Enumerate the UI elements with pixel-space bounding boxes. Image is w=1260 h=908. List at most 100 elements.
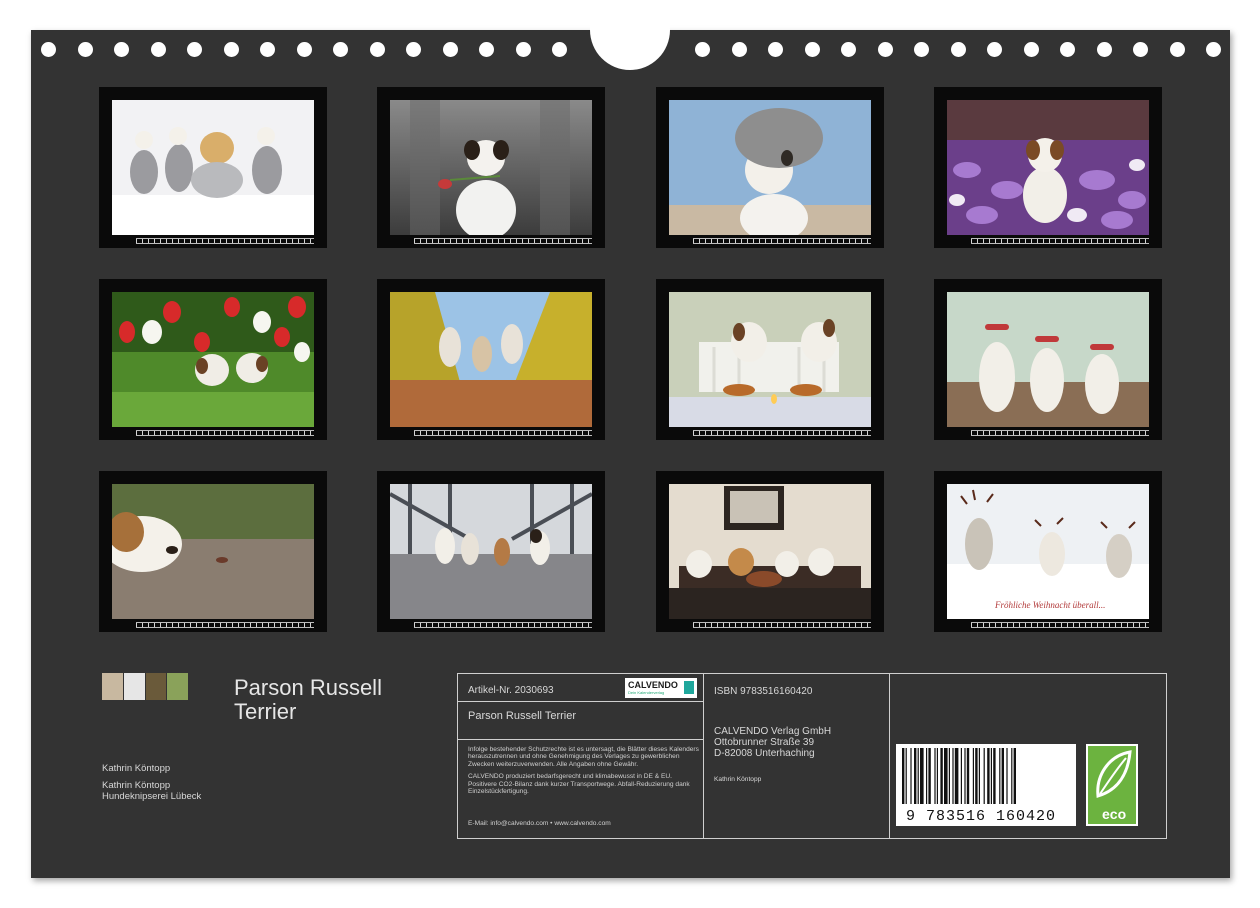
barcode-bar xyxy=(936,748,938,804)
barcode: 9 783516 160420 xyxy=(896,744,1076,826)
barcode-bar xyxy=(910,748,912,804)
binding-hole xyxy=(114,42,129,57)
binding-hole xyxy=(369,42,385,57)
binding-hole xyxy=(1096,42,1112,57)
binding-hole xyxy=(695,42,710,57)
isbn: ISBN 9783516160420 xyxy=(714,686,813,697)
binding-hole xyxy=(442,42,458,57)
grid-label xyxy=(112,238,136,244)
calvendo-mark-icon xyxy=(684,681,694,694)
title-line-1: Parson Russell xyxy=(234,675,382,700)
small-author: Kathrin Köntopp xyxy=(714,776,762,783)
legal-text-1: Infolge bestehender Schutzrechte ist es … xyxy=(468,746,699,768)
binding-hole xyxy=(296,42,312,57)
photo-sunglasses-dogs xyxy=(947,292,1149,427)
photo-running-dogs xyxy=(390,292,592,427)
calendar-title: Parson Russell Terrier xyxy=(234,676,454,724)
barcode-bar xyxy=(999,748,1001,804)
grid-label xyxy=(669,238,693,244)
leaf-icon xyxy=(1096,750,1132,798)
article-row: Artikel-Nr. 2030693 CALVENDO Dein Kalend… xyxy=(458,674,703,702)
publisher-address: CALVENDO Verlag GmbH Ottobrunner Straße … xyxy=(714,726,831,759)
thumbnail-january[interactable] xyxy=(99,87,327,248)
calendar-grid-strip xyxy=(947,430,1149,436)
calendar-grid-strip xyxy=(947,238,1149,244)
photo-dog-rose xyxy=(390,100,592,235)
binding-hole xyxy=(768,42,783,57)
calendar-grid-strip xyxy=(669,622,871,628)
binding-hole xyxy=(479,42,494,57)
legal-notice: Infolge bestehender Schutzrechte ist es … xyxy=(468,746,700,800)
barcode-bar xyxy=(914,748,917,804)
grid-label xyxy=(669,622,693,628)
barcode-bar xyxy=(978,748,980,804)
author-line-3: Hundeknipserei Lübeck xyxy=(102,791,202,802)
grid-label xyxy=(947,238,971,244)
calendar-grid-strip xyxy=(669,430,871,436)
barcode-bar xyxy=(966,748,970,804)
binding-hole xyxy=(804,42,820,57)
barcode-bar xyxy=(926,748,928,804)
binding-hole xyxy=(187,42,202,57)
barcode-bar xyxy=(1001,748,1004,804)
barcode-bar xyxy=(948,748,950,804)
info-column-barcode: 9 783516 160420 eco xyxy=(890,674,1166,838)
info-column-article: Artikel-Nr. 2030693 CALVENDO Dein Kalend… xyxy=(458,674,704,838)
barcode-bar xyxy=(987,748,990,804)
binding-hole xyxy=(1169,42,1185,57)
binding-hole xyxy=(1060,42,1075,57)
thumbnail-june[interactable] xyxy=(377,279,605,440)
article-number: Artikel-Nr. 2030693 xyxy=(468,685,554,696)
grid-label xyxy=(669,430,693,436)
binding-hole xyxy=(333,42,348,57)
barcode-bar xyxy=(972,748,974,804)
legal-text-2: CALVENDO produziert bedarfsgerecht und k… xyxy=(468,773,690,796)
thumbnail-september[interactable] xyxy=(99,471,327,632)
photo-crocus-field xyxy=(947,100,1149,235)
grid-label xyxy=(390,430,414,436)
cover-miniature xyxy=(102,673,188,700)
grid-label xyxy=(390,238,414,244)
author-line-2: Kathrin Köntopp xyxy=(102,780,171,791)
barcode-bar xyxy=(928,748,931,804)
binding-hole xyxy=(731,42,747,57)
svg-text:Fröhliche Weihnacht überall...: Fröhliche Weihnacht überall... xyxy=(994,600,1105,610)
calendar-grid-strip xyxy=(390,430,592,436)
barcode-bar xyxy=(905,748,907,804)
photo-tulips xyxy=(112,292,314,427)
barcode-bar xyxy=(917,748,919,804)
barcode-bar xyxy=(952,748,954,804)
info-column-publisher: ISBN 9783516160420 CALVENDO Verlag GmbH … xyxy=(704,674,890,838)
publisher-street: Ottobrunner Straße 39 xyxy=(714,737,815,748)
thumbnail-october[interactable] xyxy=(377,471,605,632)
grid-label xyxy=(112,622,136,628)
binding-hole xyxy=(406,42,421,57)
calendar-grid-strip xyxy=(669,238,871,244)
barcode-bar xyxy=(920,748,924,804)
binding-hole xyxy=(260,42,275,57)
barcode-bar xyxy=(934,748,936,804)
binding-hole xyxy=(223,42,239,57)
binding-hole xyxy=(914,42,929,57)
hanger-cutout xyxy=(590,0,670,70)
thumbnail-february[interactable] xyxy=(377,87,605,248)
author-name: Kathrin Köntopp xyxy=(102,763,171,774)
thumbnail-december[interactable]: Fröhliche Weihnacht überall... xyxy=(934,471,1162,632)
grid-label xyxy=(390,622,414,628)
calendar-grid-strip xyxy=(112,238,314,244)
barcode-bar xyxy=(1013,748,1016,804)
thumbnail-july[interactable] xyxy=(656,279,884,440)
thumbnail-november[interactable] xyxy=(656,471,884,632)
barcode-bar xyxy=(1011,748,1013,804)
photo-snow-dogs xyxy=(112,100,314,235)
logo-text: CALVENDO xyxy=(628,680,678,690)
barcode-bar xyxy=(902,748,905,804)
calendar-grid-strip xyxy=(112,430,314,436)
thumbnail-may[interactable] xyxy=(99,279,327,440)
photo-bridge-dogs xyxy=(390,484,592,619)
thumbnail-april[interactable] xyxy=(934,87,1162,248)
thumbnail-march[interactable] xyxy=(656,87,884,248)
thumbnail-august[interactable] xyxy=(934,279,1162,440)
calvendo-logo: CALVENDO Dein Kalenderverlag xyxy=(625,678,697,698)
barcode-bar xyxy=(964,748,966,804)
